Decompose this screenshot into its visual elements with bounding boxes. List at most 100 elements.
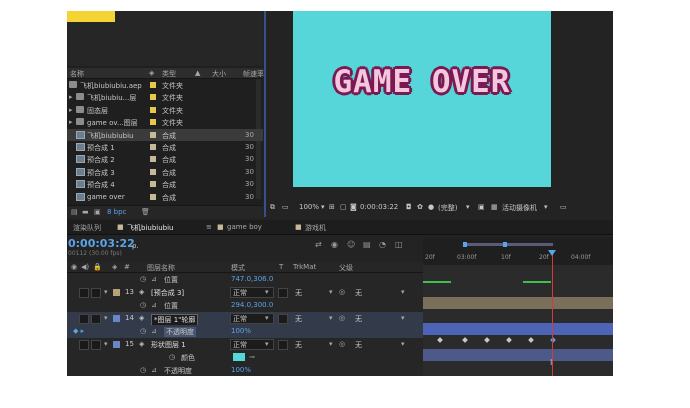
layer-name[interactable]: 形状图层 1 [151, 340, 186, 350]
chevron-down-icon[interactable]: ▾ [329, 340, 333, 348]
work-area-marker[interactable] [503, 242, 507, 247]
solo-switch[interactable] [91, 314, 101, 324]
pickwhip-icon[interactable]: ◎ [339, 340, 345, 348]
keyframe[interactable] [462, 337, 468, 343]
layer-name[interactable]: [预合成 3] [151, 288, 184, 298]
project-item[interactable]: game over 合成 30 [67, 191, 263, 203]
layer-label-color[interactable] [113, 289, 120, 296]
new-folder-icon[interactable]: ▬ [82, 208, 89, 216]
project-item[interactable]: 预合成 2 合成 30 [67, 153, 263, 165]
roi-icon[interactable]: ▣ [478, 203, 485, 211]
new-comp-icon[interactable]: ▣ [94, 208, 101, 216]
project-item[interactable]: ▾飞机biubiubiu.aep文件夹 [67, 79, 263, 91]
label-color-swatch[interactable] [150, 168, 156, 175]
project-item[interactable]: ▸ 飞机biubiu...层 文件夹 [67, 91, 263, 103]
bpc-label[interactable]: 8 bpc [107, 208, 126, 216]
label-color-swatch[interactable] [150, 119, 156, 126]
stopwatch-icon[interactable]: ◷ [140, 366, 146, 374]
label-color-swatch[interactable] [150, 131, 156, 138]
property-row[interactable]: ◷ ⊿ 位置 747.0,306.0 [67, 273, 423, 287]
chevron-right-icon[interactable]: ▸ [69, 106, 73, 114]
project-item[interactable]: 飞机biubiubiu 合成 30 [67, 128, 263, 141]
draft-3d-icon[interactable]: ◉ [331, 240, 338, 249]
label-color-swatch[interactable] [150, 144, 156, 150]
parent-value[interactable]: 无 [355, 340, 362, 350]
header-extra[interactable]: 帧速率 [243, 69, 264, 79]
label-color-swatch[interactable] [150, 94, 156, 101]
tab-0[interactable]: 渲染队列 [73, 223, 101, 233]
chevron-down-icon[interactable]: ▾ [329, 288, 333, 296]
always-preview-icon[interactable]: ⧉ [270, 203, 275, 212]
color-swatch[interactable] [233, 353, 245, 361]
graph-editor-icon[interactable]: ◫ [395, 240, 403, 249]
keyframe[interactable] [528, 337, 534, 343]
transparency-grid-icon[interactable]: ▦ [491, 203, 498, 211]
camera-select[interactable]: 活动摄像机 [502, 203, 537, 213]
chevron-down-icon[interactable]: ▾ [401, 340, 405, 348]
frame-blend-icon[interactable]: ▤ [363, 240, 371, 249]
audio-icon[interactable]: ◀) [81, 263, 89, 271]
pickwhip-icon[interactable]: ◎ [339, 314, 345, 322]
project-item[interactable]: ▸ game ov...图层 文件夹 [67, 116, 263, 128]
chevron-down-icon[interactable]: ▾ [401, 288, 405, 296]
preserve-transparency-toggle[interactable] [278, 288, 288, 298]
label-icon[interactable]: ◈ [112, 263, 117, 271]
tab-menu-icon[interactable]: ≡ [206, 223, 212, 231]
eye-icon[interactable]: ◉ [71, 263, 77, 271]
graph-icon[interactable]: ⊿ [151, 327, 157, 335]
parent-value[interactable]: 无 [355, 314, 362, 324]
layer-label-color[interactable] [113, 315, 120, 322]
property-row[interactable]: ◷ ⊿ 位置 294.0,300.0 [67, 299, 423, 313]
solo-switch[interactable] [91, 288, 101, 298]
motion-blur-icon[interactable]: ◔ [379, 240, 386, 249]
quality-select[interactable]: (完整) [438, 203, 457, 213]
header-name[interactable]: 名称 [70, 69, 84, 79]
tab-1[interactable]: 飞机biubiubiu [127, 223, 173, 233]
grid-icon[interactable]: ⊞ [329, 203, 335, 211]
timeline-timecode[interactable]: 0:00:03:22 [68, 237, 135, 250]
lock-icon[interactable]: 🔒 [93, 263, 102, 271]
mask-icon[interactable]: ▢ [340, 203, 347, 211]
property-row[interactable]: ◷ 颜色 ⊸ [67, 351, 423, 365]
project-item[interactable]: ▸ 固态层 文件夹 [67, 104, 263, 116]
camera-icon[interactable]: ◙ [350, 203, 357, 211]
show-snapshot-icon[interactable]: ✿ [417, 203, 423, 211]
label-color-swatch[interactable] [150, 181, 156, 188]
trkmat-value[interactable]: 无 [295, 314, 302, 324]
keyframe-nav-icon[interactable]: ◆ ▸ [73, 327, 84, 335]
property-value[interactable]: 100% [231, 327, 251, 335]
property-row[interactable]: ◆ ▸ ◷ ⊿ 不透明度 100% [67, 325, 423, 339]
tag-icon[interactable]: ◈ [149, 69, 154, 77]
property-value[interactable]: 747.0,306.0 [231, 275, 273, 283]
header-mode[interactable]: 模式 [231, 263, 245, 273]
layer-bar-13[interactable] [423, 297, 613, 309]
header-layer-name[interactable]: 图层名称 [147, 263, 175, 273]
label-color-swatch[interactable] [150, 106, 156, 113]
stopwatch-icon[interactable]: ◷ [140, 275, 146, 283]
comp-flowchart-icon[interactable]: ⇄ [315, 240, 322, 249]
work-area-start-handle[interactable] [463, 242, 467, 247]
graph-icon[interactable]: ⊿ [151, 301, 157, 309]
trkmat-value[interactable]: 无 [295, 288, 302, 298]
layer-bar-14[interactable] [423, 323, 613, 335]
monitor-icon[interactable]: ▭ [282, 203, 289, 211]
keyframe[interactable] [437, 337, 443, 343]
work-area-range[interactable] [463, 243, 553, 246]
chevron-down-icon[interactable]: ▾ [265, 288, 269, 296]
snapshot-icon[interactable]: ◘ [406, 203, 412, 211]
solo-switch[interactable] [91, 340, 101, 350]
project-item[interactable]: 预合成 4 合成 30 [67, 178, 263, 190]
header-type[interactable]: 类型 [162, 69, 176, 79]
layer-row[interactable]: ▾ 15 ◈ 形状图层 1 正常 ▾ 无 ▾ ◎ 无 ▾ [67, 338, 423, 352]
chevron-down-icon[interactable]: ▾ [401, 314, 405, 322]
layer-row[interactable]: ▾ 14 ◈ *图层 1"轮廓 正常 ▾ 无 ▾ ◎ 无 ▾ [67, 312, 423, 326]
zoom-select[interactable]: 100% [299, 203, 319, 211]
trash-icon[interactable]: 🗑 [141, 208, 150, 216]
pickwhip-icon[interactable]: ◎ [339, 288, 345, 296]
layer-label-color[interactable] [113, 341, 120, 348]
video-switch[interactable] [79, 288, 89, 298]
chevron-right-icon[interactable]: ▸ [69, 93, 73, 101]
video-switch[interactable] [79, 340, 89, 350]
header-parent[interactable]: 父级 [339, 263, 353, 273]
work-area-bar[interactable] [423, 237, 613, 253]
